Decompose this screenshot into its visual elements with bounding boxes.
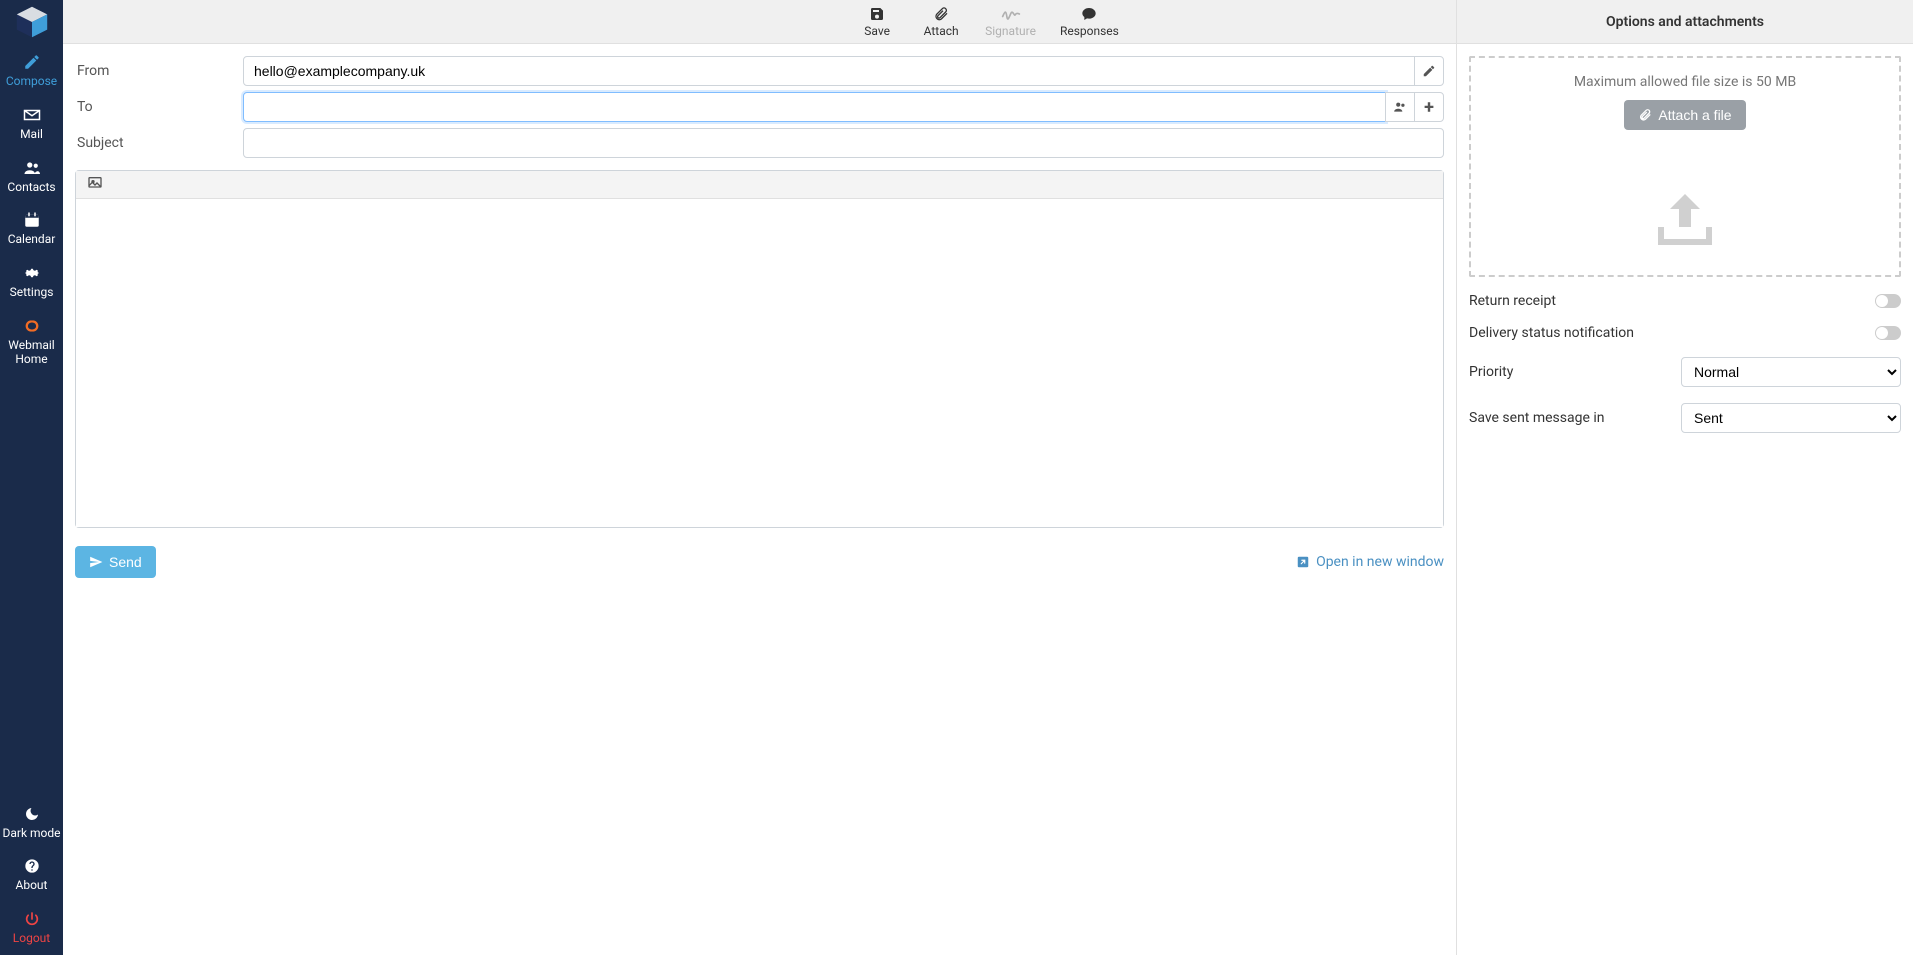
save-button[interactable]: Save: [853, 3, 901, 40]
upload-icon: [1483, 185, 1887, 257]
subject-label: Subject: [75, 135, 243, 151]
sidebar-item-about[interactable]: About: [0, 849, 63, 902]
delivery-status-toggle[interactable]: [1875, 326, 1901, 340]
editor-toolbar: [76, 171, 1443, 199]
contacts-icon: [22, 158, 42, 178]
priority-label: Priority: [1469, 364, 1681, 380]
sidebar-label: Mail: [20, 128, 43, 142]
sidebar: Compose Mail Contacts Calendar Settings: [0, 0, 63, 955]
message-body-textarea[interactable]: [84, 207, 1435, 519]
sidebar-label: Contacts: [7, 181, 55, 195]
send-icon: [89, 555, 103, 569]
sidebar-item-settings[interactable]: Settings: [0, 256, 63, 309]
open-external-icon: [1296, 555, 1310, 569]
cpanel-icon: [22, 316, 42, 336]
calendar-icon: [23, 210, 41, 230]
delivery-status-label: Delivery status notification: [1469, 325, 1875, 341]
sidebar-label: Compose: [6, 75, 57, 89]
from-label: From: [75, 63, 243, 79]
topbar: Save Attach Signature: [63, 0, 1913, 44]
pencil-icon: [1422, 64, 1436, 78]
attachment-dropzone[interactable]: Maximum allowed file size is 50 MB Attac…: [1469, 56, 1901, 277]
sidebar-label: Settings: [10, 286, 54, 300]
from-input[interactable]: [243, 56, 1415, 86]
sidebar-label: Logout: [13, 932, 50, 946]
mail-icon: [23, 105, 41, 125]
max-file-size: Maximum allowed file size is 50 MB: [1483, 74, 1887, 90]
logo-icon: [13, 3, 51, 41]
open-new-window-link[interactable]: Open in new window: [1296, 554, 1444, 570]
to-input[interactable]: [243, 92, 1386, 122]
toolbar-label: Signature: [985, 24, 1036, 38]
main-area: Save Attach Signature: [63, 0, 1913, 955]
moon-icon: [24, 804, 40, 824]
sidebar-label: Dark mode: [2, 827, 60, 841]
question-icon: [24, 856, 40, 876]
sidebar-item-logout[interactable]: Logout: [0, 902, 63, 955]
save-sent-select[interactable]: Sent: [1681, 403, 1901, 433]
send-button[interactable]: Send: [75, 546, 156, 578]
sidebar-item-compose[interactable]: Compose: [0, 45, 63, 98]
compose-area: From To: [63, 44, 1456, 955]
toolbar-label: Responses: [1060, 24, 1119, 38]
options-title: Options and attachments: [1606, 14, 1764, 30]
sidebar-item-webmail-home[interactable]: Webmail Home: [0, 309, 63, 376]
attach-file-button[interactable]: Attach a file: [1624, 100, 1745, 130]
sidebar-item-darkmode[interactable]: Dark mode: [0, 797, 63, 850]
image-icon[interactable]: [86, 175, 104, 195]
return-receipt-label: Return receipt: [1469, 293, 1875, 309]
compose-icon: [23, 52, 41, 72]
attach-button[interactable]: Attach: [917, 3, 965, 40]
signature-icon: [1001, 5, 1021, 23]
toolbar-label: Save: [864, 24, 890, 38]
priority-select[interactable]: Normal: [1681, 357, 1901, 387]
paperclip-icon: [933, 5, 949, 23]
message-editor: [75, 170, 1444, 528]
chat-icon: [1081, 5, 1097, 23]
plus-icon: +: [1424, 97, 1434, 118]
sidebar-label: Webmail Home: [0, 339, 63, 367]
sidebar-item-contacts[interactable]: Contacts: [0, 151, 63, 204]
signature-button: Signature: [981, 3, 1040, 40]
save-icon: [869, 5, 885, 23]
options-panel: Maximum allowed file size is 50 MB Attac…: [1456, 44, 1913, 955]
send-label: Send: [109, 554, 142, 570]
sidebar-label: About: [16, 879, 48, 893]
attach-file-label: Attach a file: [1658, 107, 1731, 123]
edit-identities-button[interactable]: [1414, 56, 1444, 86]
return-receipt-toggle[interactable]: [1875, 294, 1901, 308]
options-header: Options and attachments: [1456, 0, 1913, 43]
add-contact-button[interactable]: [1385, 92, 1415, 122]
paperclip-icon: [1638, 108, 1652, 122]
open-new-label: Open in new window: [1316, 554, 1444, 570]
sidebar-item-calendar[interactable]: Calendar: [0, 203, 63, 256]
gear-icon: [23, 263, 41, 283]
sidebar-label: Calendar: [8, 233, 56, 247]
responses-button[interactable]: Responses: [1056, 3, 1123, 40]
to-label: To: [75, 99, 243, 115]
app-logo[interactable]: [0, 0, 63, 44]
save-sent-label: Save sent message in: [1469, 410, 1681, 426]
subject-input[interactable]: [243, 128, 1444, 158]
power-icon: [24, 909, 40, 929]
toolbar-label: Attach: [924, 24, 959, 38]
add-recipient-button[interactable]: +: [1414, 92, 1444, 122]
contacts-icon: [1392, 100, 1408, 114]
sidebar-item-mail[interactable]: Mail: [0, 98, 63, 151]
